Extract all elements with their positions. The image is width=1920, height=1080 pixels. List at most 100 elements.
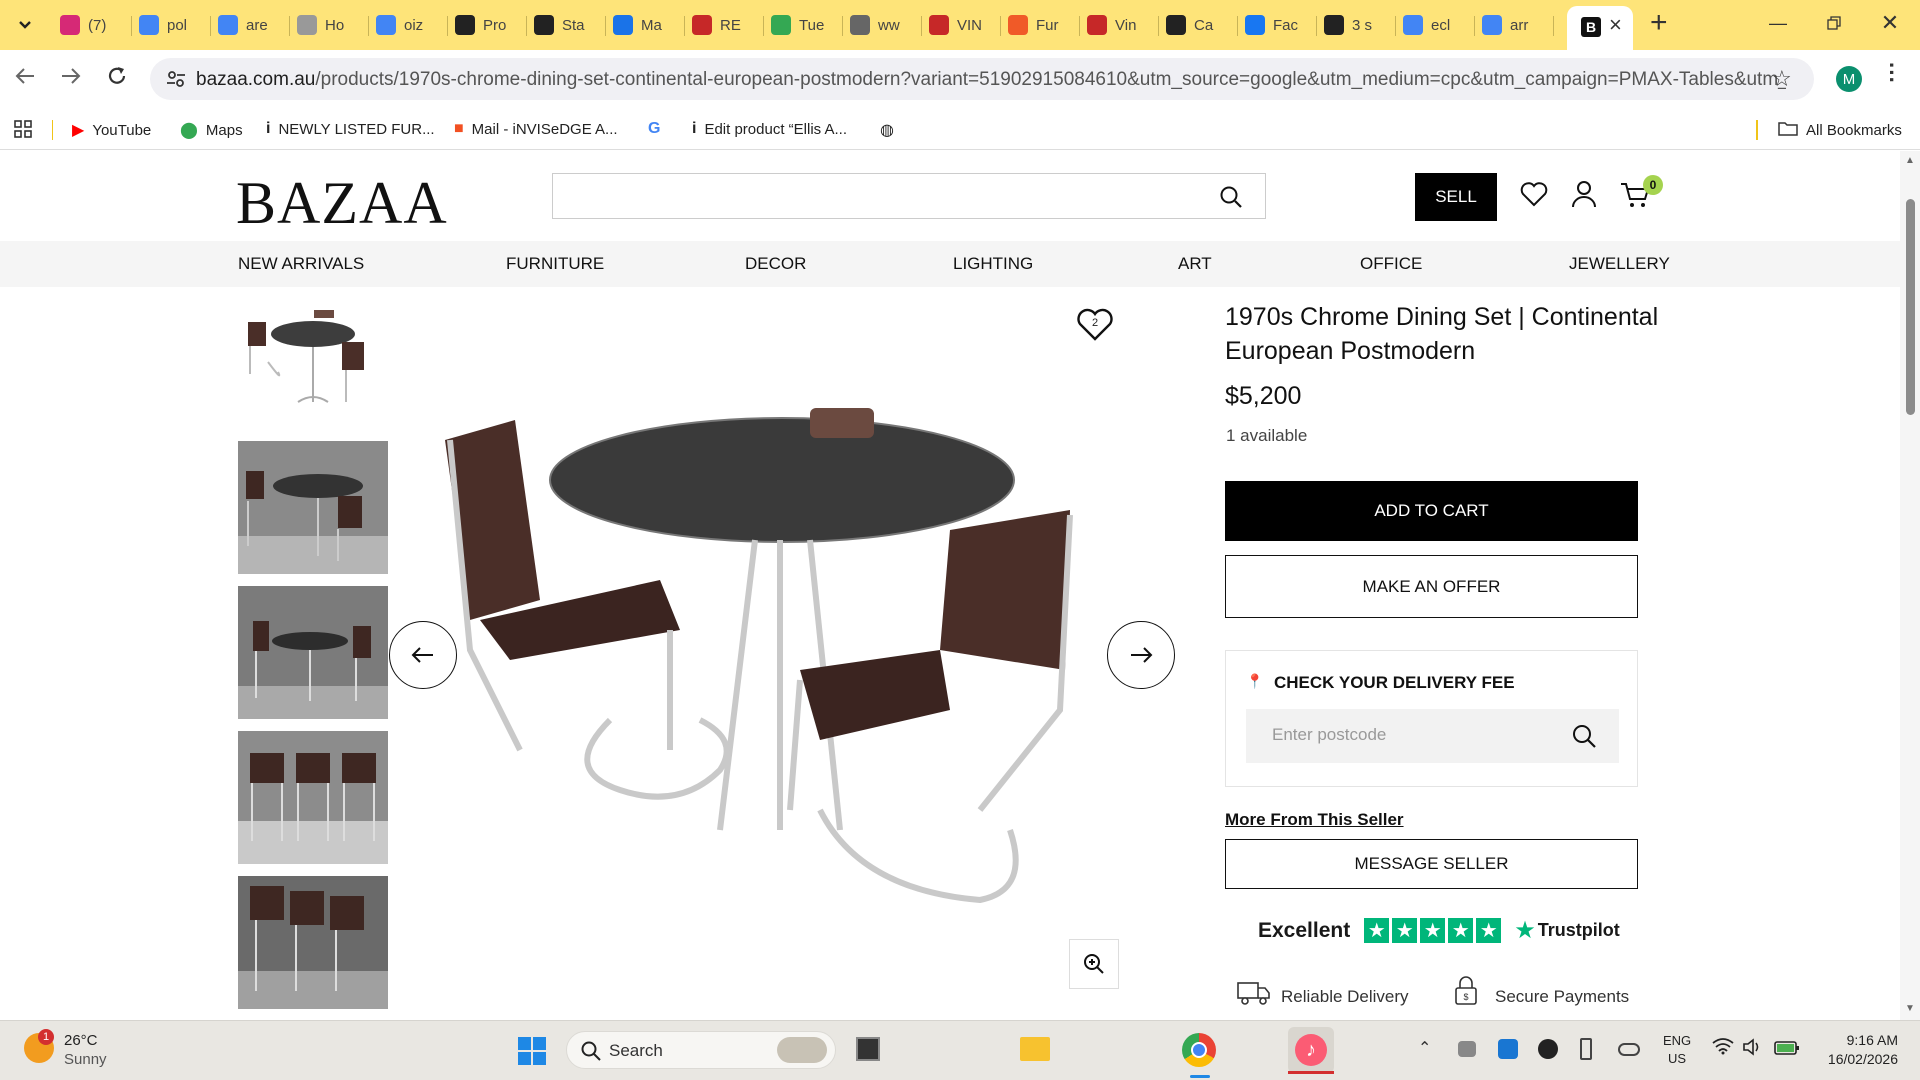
svg-text:$: $: [1463, 992, 1468, 1002]
browser-tab[interactable]: Ma: [613, 9, 678, 41]
search-icon[interactable]: [1219, 185, 1243, 209]
browser-tab[interactable]: arr: [1482, 9, 1547, 41]
browser-tab[interactable]: 3 s: [1324, 9, 1389, 41]
task-view-icon[interactable]: [856, 1037, 880, 1061]
postcode-input[interactable]: Enter postcode: [1246, 709, 1619, 763]
scroll-down-icon[interactable]: ▼: [1905, 1003, 1915, 1014]
nav-lighting[interactable]: LIGHTING: [953, 254, 1033, 274]
active-tab[interactable]: B ×: [1567, 6, 1633, 50]
favorite-heart-button[interactable]: 2: [1076, 306, 1114, 344]
taskbar-search-box[interactable]: Search: [566, 1031, 836, 1069]
product-thumbnail[interactable]: [238, 302, 388, 420]
url-text[interactable]: bazaa.com.au/products/1970s-chrome-dinin…: [196, 69, 1786, 91]
zoom-button[interactable]: [1069, 939, 1119, 989]
arrow-right-icon: [1131, 647, 1153, 663]
more-from-seller-link[interactable]: More From This Seller: [1225, 810, 1404, 830]
new-tab-button[interactable]: +: [1650, 8, 1668, 38]
browser-tab[interactable]: Vin: [1087, 9, 1152, 41]
bookmark-item[interactable]: i NEWLY LISTED FUR...: [266, 120, 435, 138]
bookmark-item[interactable]: G: [648, 120, 668, 138]
language-indicator[interactable]: ENG US: [1663, 1032, 1691, 1068]
product-thumbnail[interactable]: [238, 586, 388, 719]
browser-tab[interactable]: Ho: [297, 9, 362, 41]
browser-tab[interactable]: Pro: [455, 9, 520, 41]
make-offer-button[interactable]: MAKE AN OFFER: [1225, 555, 1638, 618]
tray-bazaa-icon[interactable]: [1538, 1039, 1558, 1059]
tab-search-button[interactable]: [10, 10, 40, 40]
sell-button[interactable]: SELL: [1415, 173, 1497, 221]
forward-button[interactable]: [60, 65, 82, 92]
browser-tab[interactable]: (7): [60, 9, 125, 41]
restore-button[interactable]: [1806, 0, 1862, 46]
tray-shield-icon[interactable]: [1498, 1039, 1518, 1059]
prev-image-button[interactable]: [389, 621, 457, 689]
trustpilot-widget[interactable]: Excellent ★ ★ ★ ★ ★ ★ Trustpilot: [1258, 916, 1620, 945]
nav-jewellery[interactable]: JEWELLERY: [1569, 254, 1670, 274]
next-image-button[interactable]: [1107, 621, 1175, 689]
site-search-input[interactable]: [552, 173, 1266, 219]
wifi-icon[interactable]: [1712, 1037, 1734, 1060]
bookmark-item[interactable]: ▶ YouTube: [72, 120, 151, 140]
product-main-image[interactable]: [420, 290, 1140, 930]
scroll-up-icon[interactable]: ▲: [1905, 155, 1915, 166]
browser-tab[interactable]: RE: [692, 9, 757, 41]
nav-art[interactable]: ART: [1178, 254, 1212, 274]
bookmark-item[interactable]: ■ Mail - iNVISeDGE A...: [454, 120, 618, 138]
chrome-icon[interactable]: [1182, 1033, 1216, 1067]
nav-new-arrivals[interactable]: NEW ARRIVALS: [238, 254, 364, 274]
tray-usb-icon[interactable]: [1580, 1038, 1592, 1060]
all-bookmarks-button[interactable]: All Bookmarks: [1778, 120, 1902, 141]
bookmark-item[interactable]: ◍: [880, 120, 902, 140]
site-info-icon[interactable]: [166, 69, 186, 94]
bookmark-item[interactable]: i Edit product “Ellis A...: [692, 120, 847, 138]
bookmark-star-icon[interactable]: ☆: [1772, 66, 1792, 92]
product-thumbnail[interactable]: [238, 876, 388, 1009]
browser-tab[interactable]: ww: [850, 9, 915, 41]
file-explorer-icon[interactable]: [1020, 1037, 1050, 1061]
menu-kebab-icon[interactable]: ···: [1879, 62, 1904, 84]
tray-app-icon[interactable]: [1458, 1041, 1476, 1057]
address-bar[interactable]: bazaa.com.au/products/1970s-chrome-dinin…: [150, 58, 1814, 100]
browser-tab[interactable]: oiz: [376, 9, 441, 41]
system-clock[interactable]: 9:16 AM 16/02/2026: [1816, 1031, 1898, 1069]
nav-office[interactable]: OFFICE: [1360, 254, 1422, 274]
reload-button[interactable]: [106, 65, 128, 92]
search-icon[interactable]: [1571, 723, 1597, 749]
browser-tab[interactable]: Fac: [1245, 9, 1310, 41]
page-scrollbar[interactable]: ▲ ▼: [1900, 151, 1920, 1020]
volume-icon[interactable]: [1742, 1037, 1764, 1062]
battery-icon[interactable]: [1774, 1040, 1800, 1061]
account-icon[interactable]: [1572, 180, 1596, 208]
add-to-cart-button[interactable]: ADD TO CART: [1225, 481, 1638, 541]
browser-tab[interactable]: pol: [139, 9, 204, 41]
windows-start-icon[interactable]: [518, 1037, 546, 1070]
profile-avatar[interactable]: M: [1836, 66, 1862, 92]
browser-tab[interactable]: Fur: [1008, 9, 1073, 41]
browser-tab[interactable]: Ca: [1166, 9, 1231, 41]
browser-tab[interactable]: ecl: [1403, 9, 1468, 41]
close-tab-icon[interactable]: ×: [1609, 12, 1622, 38]
browser-tab[interactable]: are: [218, 9, 283, 41]
nav-decor[interactable]: DECOR: [745, 254, 806, 274]
apps-grid-icon[interactable]: [14, 120, 32, 143]
weather-desc[interactable]: Sunny: [64, 1051, 107, 1068]
itunes-app-button[interactable]: ♪: [1288, 1027, 1334, 1074]
message-seller-button[interactable]: MESSAGE SELLER: [1225, 839, 1638, 889]
bookmark-item[interactable]: ⬤ Maps: [180, 120, 243, 140]
browser-tab[interactable]: Tue: [771, 9, 836, 41]
onedrive-icon[interactable]: [1618, 1043, 1640, 1056]
browser-tab-label: RE: [720, 16, 741, 34]
nav-furniture[interactable]: FURNITURE: [506, 254, 604, 274]
product-thumbnail[interactable]: [238, 731, 388, 864]
show-hidden-icons[interactable]: ⌃: [1418, 1038, 1431, 1058]
site-logo[interactable]: BAZAA: [236, 169, 448, 238]
minimize-button[interactable]: —: [1750, 0, 1806, 46]
browser-tab[interactable]: Sta: [534, 9, 599, 41]
browser-tab[interactable]: VIN: [929, 9, 994, 41]
wishlist-heart-icon[interactable]: [1520, 181, 1548, 207]
weather-temp[interactable]: 26°C: [64, 1032, 98, 1049]
close-window-button[interactable]: ✕: [1862, 0, 1918, 46]
scrollbar-thumb[interactable]: [1906, 199, 1915, 415]
back-button[interactable]: [14, 65, 36, 93]
product-thumbnail[interactable]: [238, 441, 388, 574]
